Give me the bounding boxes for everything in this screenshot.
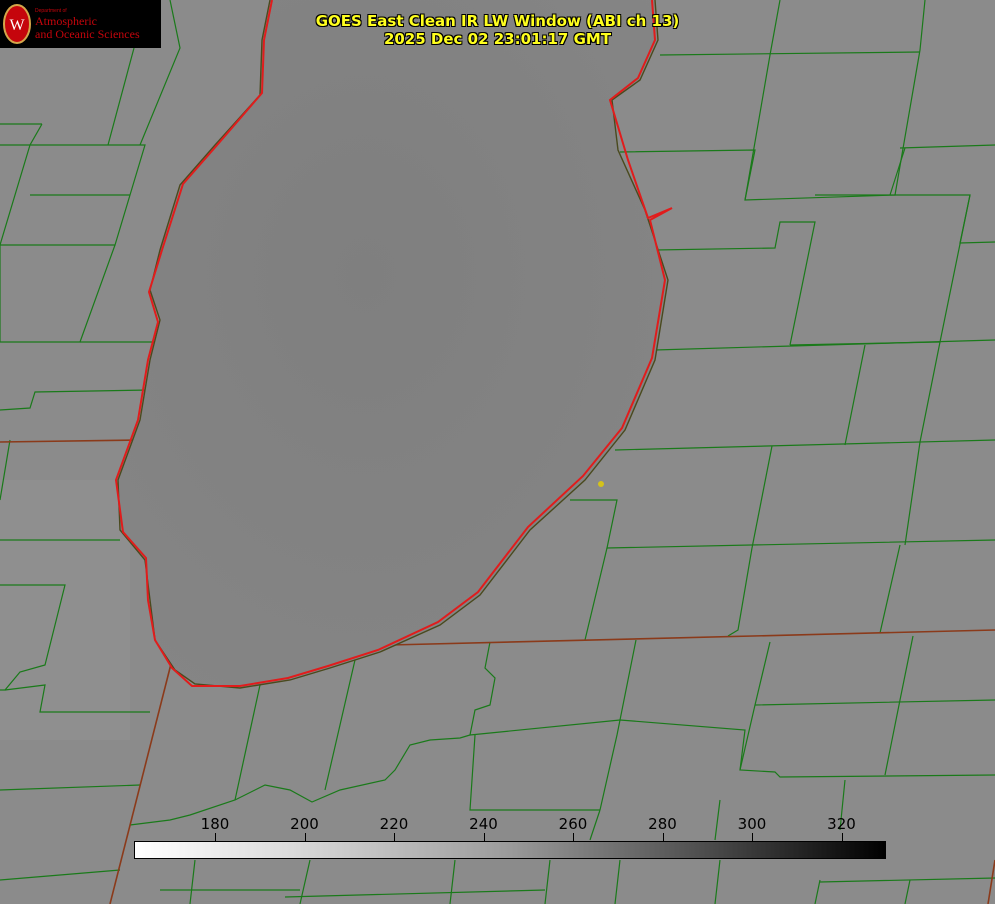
- timestamp: 2025 Dec 02 23:01:17 GMT: [383, 30, 612, 48]
- colorbar-tick-label: 280: [648, 815, 677, 833]
- colorbar-tick-label: 300: [737, 815, 767, 833]
- colorbar-tick-label: 240: [469, 815, 498, 833]
- colorbar: [134, 841, 886, 859]
- colorbar-tick: [573, 833, 574, 841]
- colorbar-tick: [483, 833, 485, 841]
- colorbar-tick-label: 320: [827, 815, 856, 833]
- colorbar-tick: [394, 833, 395, 841]
- colorbar-tick: [752, 833, 753, 841]
- colorbar-tick-label: 180: [200, 815, 230, 833]
- land-shading-sw: [0, 480, 130, 740]
- product-title: GOES East Clean IR LW Window (ABI ch 13): [315, 12, 680, 30]
- city-marker: [598, 481, 604, 487]
- colorbar-tick-label: 260: [558, 815, 588, 833]
- colorbar-tick: [841, 833, 843, 841]
- colorbar-tick-label: 220: [379, 815, 409, 833]
- colorbar-tick: [662, 833, 664, 841]
- colorbar-tick: [215, 833, 216, 841]
- colorbar-tick: [304, 833, 306, 841]
- colorbar-tick-label: 200: [290, 815, 319, 833]
- satellite-map: [0, 0, 995, 904]
